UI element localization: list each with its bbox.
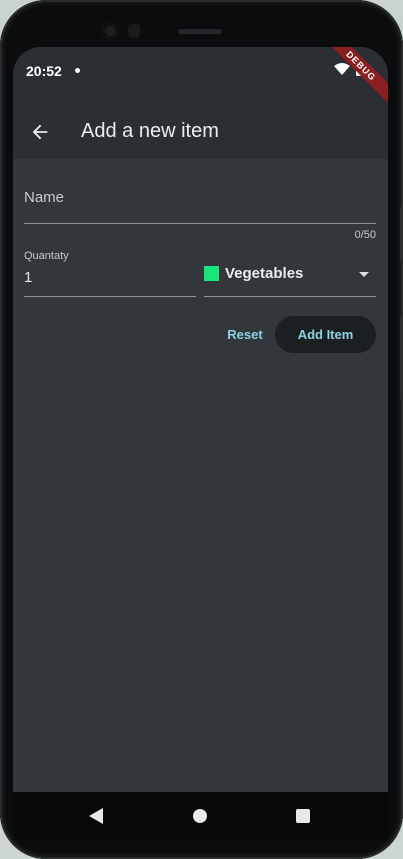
arrow-back-icon[interactable] [29, 121, 51, 143]
reset-button[interactable]: Reset [219, 318, 271, 350]
nav-home-icon[interactable] [193, 809, 207, 823]
category-color-swatch [204, 266, 219, 281]
quantity-input[interactable]: 1 [24, 269, 32, 286]
earpiece-speaker [178, 29, 222, 34]
front-camera [101, 22, 119, 40]
name-char-counter: 0/50 [354, 229, 376, 241]
status-time: 20:52 [26, 63, 62, 79]
dropdown-caret-icon[interactable] [359, 272, 369, 277]
name-field-underline [24, 223, 376, 224]
nav-back-icon[interactable] [89, 808, 103, 824]
page-title: Add a new item [81, 120, 219, 142]
add-item-button[interactable]: Add Item [275, 316, 376, 353]
sensor [128, 24, 140, 38]
phone-frame: 20:52 DEBUG Add a new item Name 0/50 Qua… [0, 0, 403, 859]
category-dropdown[interactable]: Vegetables [225, 265, 303, 282]
name-field-label[interactable]: Name [24, 189, 64, 206]
category-underline [204, 296, 376, 297]
nav-recents-icon[interactable] [296, 809, 310, 823]
app-screen: 20:52 DEBUG Add a new item Name 0/50 Qua… [13, 47, 388, 792]
quantity-field-underline [24, 296, 196, 297]
quantity-field-label: Quantaty [24, 250, 69, 262]
notification-dot-icon [75, 68, 80, 73]
system-nav-bar [13, 792, 388, 840]
app-bar: 20:52 DEBUG Add a new item [13, 47, 388, 159]
